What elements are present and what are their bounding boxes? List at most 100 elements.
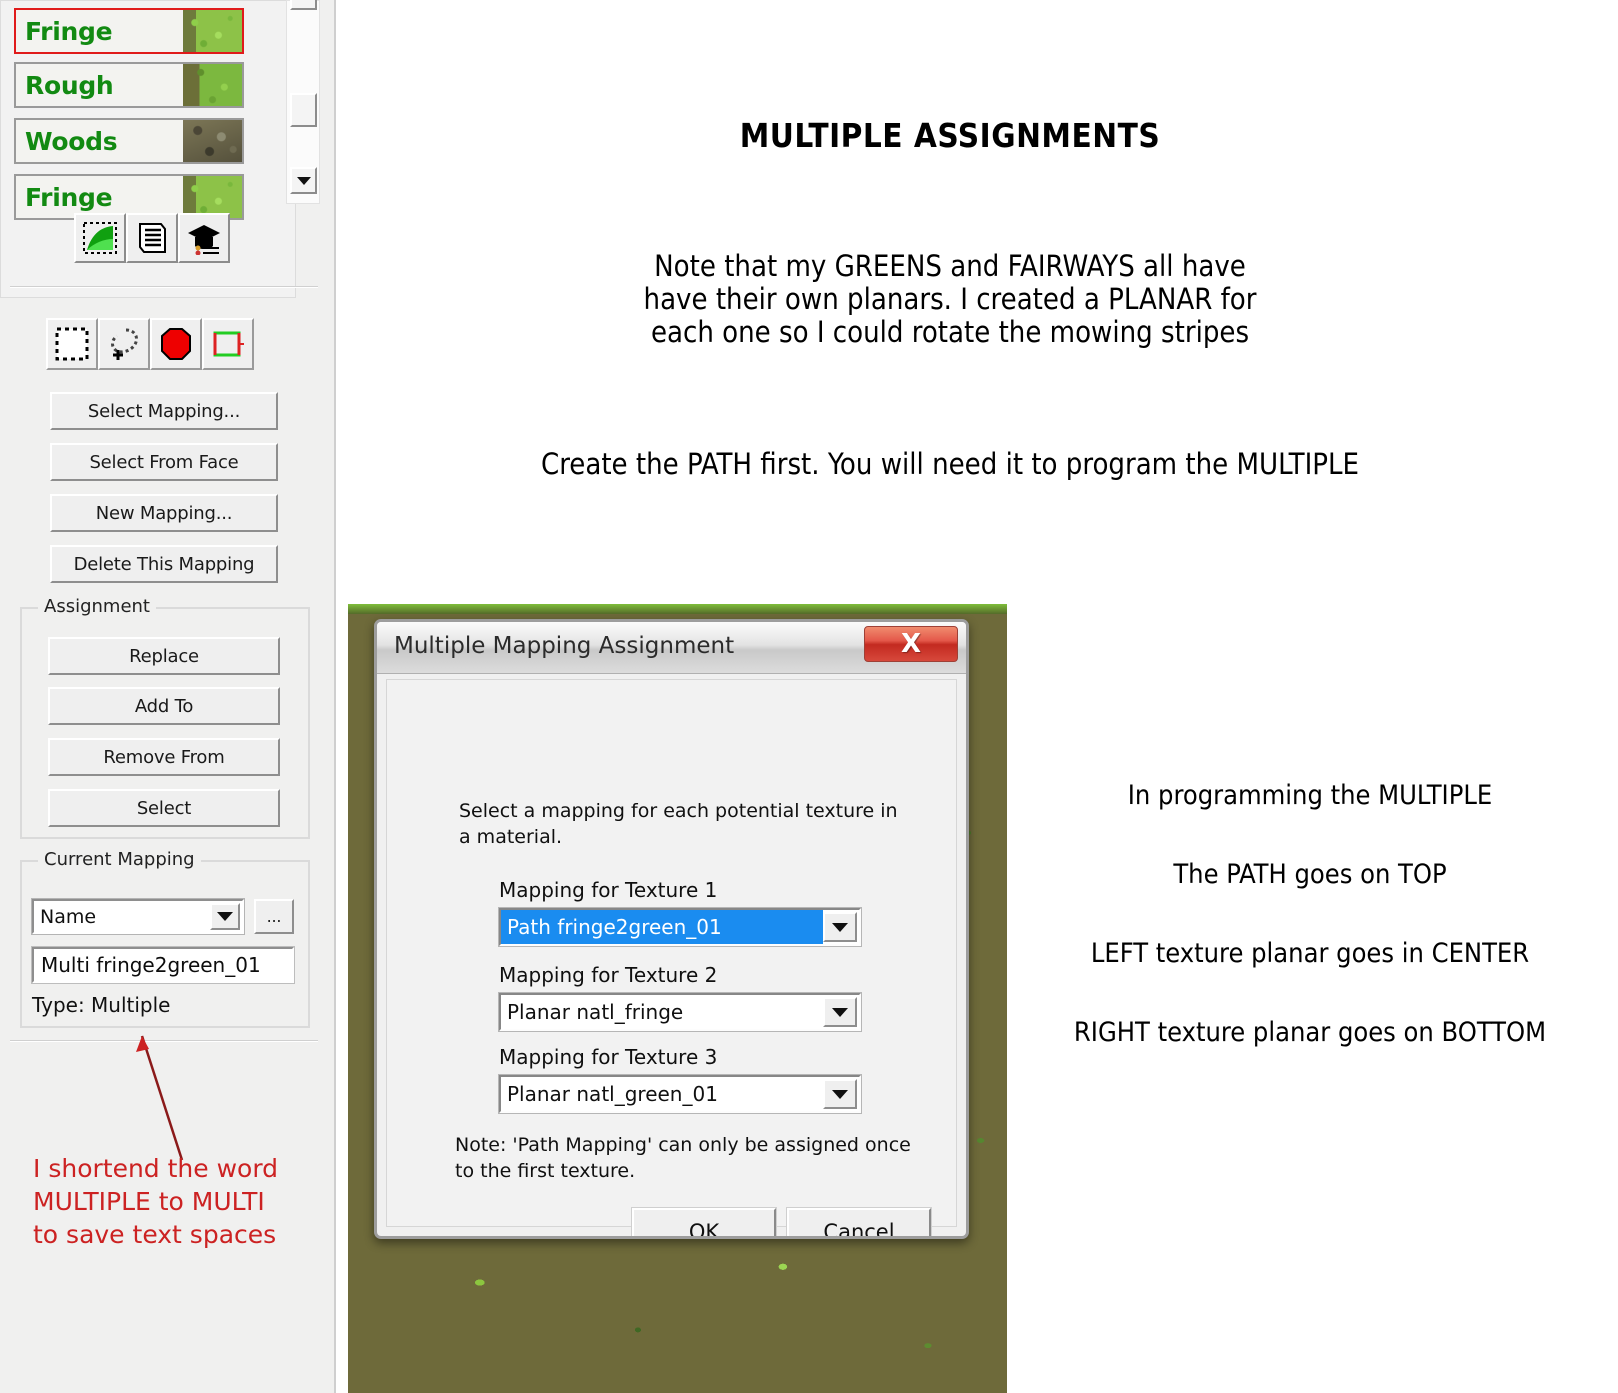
mapping-type-text: Type: Multiple: [32, 993, 171, 1017]
green-red-box-icon-svg: [213, 331, 244, 357]
texture-page-icon[interactable]: [74, 213, 126, 263]
annotation-line: RIGHT texture planar goes on BOTTOM: [1073, 1017, 1547, 1048]
ok-button[interactable]: OK: [631, 1207, 777, 1236]
graduation-cap-icon-svg: [188, 225, 220, 255]
annotation-right-block: In programming the MULTIPLE The PATH goe…: [1010, 780, 1610, 1048]
remove-from-label: Remove From: [103, 746, 225, 768]
select-from-face-button[interactable]: Select From Face: [50, 443, 278, 481]
material-tool-icons: [74, 213, 230, 263]
mapping-texture-2-value: Planar natl_fringe: [507, 1000, 684, 1024]
annotation-line: Note that my GREENS and FAIRWAYS all hav…: [654, 249, 1246, 283]
chevron-down-icon[interactable]: [823, 1079, 857, 1109]
remove-from-button[interactable]: Remove From: [48, 738, 280, 776]
list-document-icon-svg: [139, 223, 166, 253]
material-label: Rough: [25, 70, 114, 100]
rough-texture-swatch: [183, 64, 242, 106]
material-list-item[interactable]: Woods: [14, 118, 244, 164]
replace-label: Replace: [129, 645, 199, 667]
texture-page-icon-svg: [83, 222, 117, 254]
graduation-cap-icon[interactable]: [178, 213, 230, 263]
chevron-down-icon[interactable]: [823, 997, 857, 1027]
dialog-title: Multiple Mapping Assignment: [394, 633, 735, 659]
lasso-add-select-icon-svg: [111, 328, 138, 360]
red-note-line: to save text spaces: [33, 1220, 277, 1249]
material-label: Fringe: [25, 16, 113, 46]
material-list-scrollbar[interactable]: [286, 0, 320, 204]
red-polygon-icon-svg: [161, 328, 191, 360]
mapping-texture-1-value: Path fringe2green_01: [501, 910, 823, 944]
select-button[interactable]: Select: [48, 789, 280, 827]
red-note-line: I shortend the word: [33, 1154, 279, 1183]
annotation-line: LEFT texture planar goes in CENTER: [1090, 938, 1530, 969]
delete-this-mapping-button[interactable]: Delete This Mapping: [50, 545, 278, 583]
chevron-down-icon[interactable]: [823, 912, 857, 942]
mapping-name-input-value: Multi fringe2green_01: [41, 953, 261, 977]
mapping-name-dropdown[interactable]: Name: [31, 898, 245, 935]
mapping-texture-3-dropdown[interactable]: Planar natl_green_01: [498, 1074, 862, 1114]
material-list-panel: Fringe Rough Woods Fringe: [0, 0, 320, 298]
add-to-button[interactable]: Add To: [48, 687, 280, 725]
browse-button[interactable]: ...: [254, 899, 294, 934]
rectangle-select-icon-svg: [55, 327, 89, 361]
red-polygon-icon[interactable]: [150, 318, 202, 370]
select-mapping-label: Select Mapping...: [87, 400, 241, 422]
mapping-texture-2-dropdown[interactable]: Planar natl_fringe: [498, 992, 862, 1032]
material-list-item[interactable]: Rough: [14, 62, 244, 108]
material-label: Woods: [25, 126, 118, 156]
annotation-paragraph-2: Create the PATH first. You will need it …: [540, 447, 1360, 481]
green-red-box-icon[interactable]: [202, 318, 254, 370]
select-mapping-button[interactable]: Select Mapping...: [50, 392, 278, 430]
dialog-note: Note: 'Path Mapping' can only be assigne…: [455, 1134, 911, 1182]
close-label: X: [900, 629, 922, 659]
mapping-name-value: Name: [40, 905, 97, 928]
delete-this-mapping-label: Delete This Mapping: [73, 553, 255, 575]
select-from-face-label: Select From Face: [89, 451, 239, 473]
current-mapping-legend: Current Mapping: [38, 849, 201, 870]
annotation-line: have their own planars. I created a PLAN…: [643, 282, 1257, 316]
woods-texture-swatch: [183, 120, 242, 162]
lasso-add-select-icon[interactable]: [98, 318, 150, 370]
mapping-name-input[interactable]: Multi fringe2green_01: [31, 946, 295, 984]
annotation-title: MULTIPLE ASSIGNMENTS: [739, 116, 1161, 155]
cancel-label: Cancel: [823, 1220, 895, 1239]
mapping-texture-3-value: Planar natl_green_01: [507, 1082, 718, 1106]
screenshot-root: Fringe Rough Woods Fringe Select Mapping…: [0, 0, 1618, 1393]
dialog-titlebar[interactable]: Multiple Mapping Assignment X: [377, 622, 966, 674]
annotation-line: The PATH goes on TOP: [1173, 859, 1447, 890]
list-document-icon[interactable]: [126, 213, 178, 263]
chevron-down-icon[interactable]: [210, 903, 240, 930]
mapping-texture-1-dropdown[interactable]: Path fringe2green_01: [498, 907, 862, 947]
mapping-texture-3-label: Mapping for Texture 3: [499, 1045, 718, 1069]
material-list-item[interactable]: Fringe: [14, 8, 244, 54]
cancel-button[interactable]: Cancel: [786, 1207, 932, 1239]
mapping-texture-2-label: Mapping for Texture 2: [499, 963, 718, 987]
scroll-down-button[interactable]: [290, 167, 317, 194]
assignment-legend: Assignment: [38, 596, 156, 617]
red-annotation-arrow: [136, 1035, 184, 1161]
add-to-label: Add To: [134, 695, 194, 717]
annotation-paragraph-1: Note that my GREENS and FAIRWAYS all hav…: [360, 250, 1540, 349]
annotation-line: In programming the MULTIPLE: [1127, 780, 1493, 811]
selection-mode-toolbar: [46, 318, 254, 370]
mapping-tool-sidebar: Fringe Rough Woods Fringe Select Mapping…: [0, 0, 336, 1393]
new-mapping-button[interactable]: New Mapping...: [50, 494, 278, 532]
multiple-mapping-assignment-dialog: Multiple Mapping Assignment X Select a m…: [374, 619, 969, 1239]
scroll-thumb[interactable]: [290, 93, 317, 127]
red-note-line: MULTIPLE to MULTI: [33, 1187, 265, 1216]
mapping-texture-1-label: Mapping for Texture 1: [499, 878, 718, 902]
dialog-body: Select a mapping for each potential text…: [386, 679, 957, 1236]
close-icon[interactable]: X: [864, 626, 958, 662]
select-label: Select: [136, 797, 192, 819]
fringe-texture-swatch: [183, 176, 242, 218]
replace-button[interactable]: Replace: [48, 637, 280, 675]
scroll-up-button[interactable]: [290, 0, 317, 10]
annotation-line: each one so I could rotate the mowing st…: [650, 315, 1250, 349]
chevron-down-icon: [296, 176, 311, 185]
fringe-texture-swatch: [183, 10, 242, 52]
rectangle-select-icon[interactable]: [46, 318, 98, 370]
red-annotation-note: I shortend the word MULTIPLE to MULTI to…: [33, 1152, 323, 1251]
browse-label: ...: [266, 907, 282, 926]
dialog-instruction: Select a mapping for each potential text…: [459, 800, 898, 848]
material-label: Fringe: [25, 182, 113, 212]
new-mapping-label: New Mapping...: [95, 502, 233, 524]
